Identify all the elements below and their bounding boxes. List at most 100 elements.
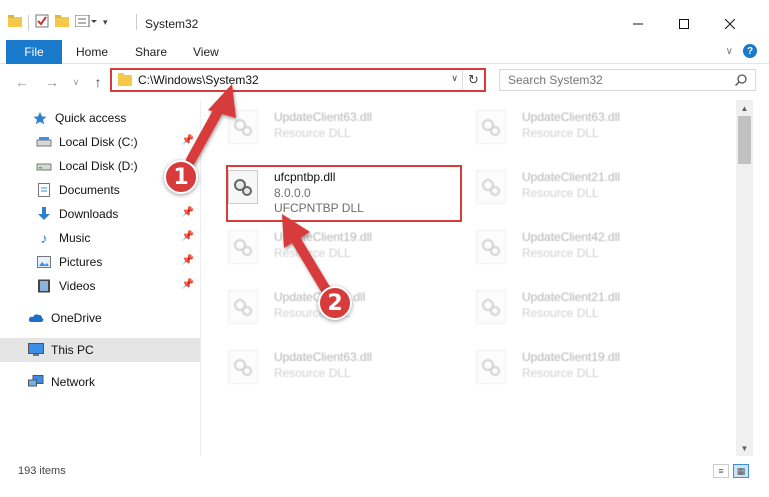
pin-icon[interactable]: 📌 <box>182 207 194 218</box>
file-item[interactable]: UpdateClient19.dll Resource DLL <box>462 340 702 396</box>
sidebar-item-pictures[interactable]: Pictures 📌 <box>0 250 200 274</box>
sidebar-item-this-pc[interactable]: This PC <box>0 338 200 362</box>
details-view-icon: ≡ <box>718 466 724 476</box>
new-folder-icon[interactable] <box>55 15 69 30</box>
file-name: UpdateClient19.dll <box>274 230 373 244</box>
sidebar-item-videos[interactable]: Videos 📌 <box>0 274 200 298</box>
file-item[interactable]: UpdateClient21.dll Resource DLL <box>462 160 702 216</box>
tab-home[interactable]: Home <box>76 40 108 64</box>
tiles-view-button[interactable]: ▦ <box>733 464 749 478</box>
file-type: Resource DLL <box>522 186 599 200</box>
up-button[interactable]: ↑ <box>88 72 108 92</box>
step-1-badge: 1 <box>164 160 198 194</box>
documents-icon <box>36 182 52 198</box>
sidebar-item-label: Quick access <box>55 111 127 125</box>
file-name: UpdateClient63.dll <box>522 110 621 124</box>
search-input[interactable] <box>508 73 718 87</box>
address-path[interactable]: C:\Windows\System32 <box>138 73 259 87</box>
tab-share[interactable]: Share <box>135 40 167 64</box>
file-item[interactable]: UpdateClient42.dll Resource DLL <box>462 220 702 276</box>
close-button[interactable] <box>707 10 753 38</box>
toolbar-divider <box>28 14 29 31</box>
file-item[interactable]: UpdateClient21.dll Resource DLL <box>462 280 702 336</box>
dll-file-icon <box>228 350 258 384</box>
item-count: 193 items <box>18 465 66 477</box>
pin-icon[interactable]: 📌 <box>182 255 194 266</box>
scrollbar-thumb[interactable] <box>738 116 751 164</box>
dll-file-icon <box>476 350 506 384</box>
sidebar-item-label: Documents <box>59 183 120 197</box>
file-name: UpdateClient63.dll <box>274 110 373 124</box>
scroll-up-icon[interactable]: ▲ <box>736 100 753 116</box>
dll-file-icon <box>228 230 258 264</box>
dll-file-icon <box>228 110 258 144</box>
sidebar-item-label: OneDrive <box>51 311 102 325</box>
sidebar-item-network[interactable]: Network <box>0 370 200 394</box>
folder-icon <box>118 72 132 86</box>
customize-toolbar-icon[interactable] <box>74 14 97 30</box>
navigation-pane-scrollbar[interactable] <box>200 100 206 456</box>
chevron-down-icon[interactable]: ▾ <box>103 17 108 28</box>
minimize-icon <box>633 23 643 25</box>
ribbon-tabs: File Home Share View ∨ ? <box>0 40 769 64</box>
maximize-icon <box>679 19 689 29</box>
file-type: Resource DLL <box>522 366 599 380</box>
file-item[interactable]: UpdateClient19.dll Resource DLL <box>214 220 454 276</box>
pin-icon[interactable]: 📌 <box>182 231 194 242</box>
chevron-down-icon[interactable]: ∨ <box>451 73 458 84</box>
folder-icon <box>8 15 22 30</box>
sidebar-item-downloads[interactable]: Downloads 📌 <box>0 202 200 226</box>
file-highlight-box <box>226 165 462 222</box>
refresh-icon: ↻ <box>468 72 479 87</box>
music-icon: ♪ <box>40 230 48 246</box>
pictures-icon <box>36 254 52 270</box>
minimize-button[interactable] <box>615 10 661 38</box>
network-icon <box>28 374 44 390</box>
scroll-down-icon[interactable]: ▼ <box>736 440 753 456</box>
ribbon-controls: ∨ ? <box>726 44 757 58</box>
star-icon <box>32 110 48 126</box>
step-2-badge: 2 <box>318 286 352 320</box>
sidebar-item-label: Videos <box>59 279 96 293</box>
tab-view[interactable]: View <box>193 40 219 64</box>
back-button[interactable]: ← <box>12 72 32 92</box>
status-bar: 193 items ≡ ▦ <box>0 456 769 497</box>
properties-icon[interactable] <box>35 14 49 31</box>
navigation-bar: ← → ∨ ↑ C:\Windows\System32 ∨ ↻ <box>0 64 769 100</box>
file-name: UpdateClient63.dll <box>274 350 373 364</box>
refresh-button[interactable]: ↻ <box>462 70 484 90</box>
maximize-button[interactable] <box>661 10 707 38</box>
sidebar-item-local-disk-c[interactable]: Local Disk (C:) 📌 <box>0 130 200 154</box>
sidebar-item-music[interactable]: ♪ Music 📌 <box>0 226 200 250</box>
details-view-button[interactable]: ≡ <box>713 464 729 478</box>
file-item[interactable]: UpdateClient63.dll Resource DLL <box>214 340 454 396</box>
file-item[interactable]: UpdateClient63.dll Resource DLL <box>214 100 454 156</box>
dll-file-icon <box>476 110 506 144</box>
view-switcher: ≡ ▦ <box>713 464 749 478</box>
download-icon <box>36 206 52 222</box>
dll-file-icon <box>476 170 506 204</box>
window-title: System32 <box>145 17 199 31</box>
dll-file-icon <box>476 290 506 324</box>
recent-locations-button[interactable]: ∨ <box>66 72 86 92</box>
arrow-up-icon: ↑ <box>94 74 102 90</box>
sidebar-item-onedrive[interactable]: OneDrive <box>0 306 200 330</box>
address-bar[interactable]: C:\Windows\System32 ∨ ↻ <box>110 68 486 92</box>
title-bar: ▾ System32 <box>0 0 769 40</box>
file-type: Resource DLL <box>274 366 351 380</box>
file-name: UpdateClient19.dll <box>522 350 621 364</box>
forward-button[interactable]: → <box>42 72 62 92</box>
navigation-pane: Quick access Local Disk (C:) 📌 Local Dis… <box>0 100 206 456</box>
sidebar-item-quick-access[interactable]: Quick access <box>0 106 200 130</box>
search-box[interactable] <box>499 69 756 91</box>
expand-ribbon-icon[interactable]: ∨ <box>726 46 733 57</box>
content-scrollbar[interactable]: ▲ ▼ <box>736 100 753 456</box>
pin-icon[interactable]: 📌 <box>182 135 194 146</box>
help-icon[interactable]: ? <box>743 44 757 58</box>
sidebar-item-label: Pictures <box>59 255 103 269</box>
pin-icon[interactable]: 📌 <box>182 279 194 290</box>
tab-file[interactable]: File <box>6 40 62 64</box>
sidebar-item-label: This PC <box>51 343 94 357</box>
file-item[interactable]: UpdateClient63.dll Resource DLL <box>462 100 702 156</box>
drive-icon <box>36 134 52 150</box>
